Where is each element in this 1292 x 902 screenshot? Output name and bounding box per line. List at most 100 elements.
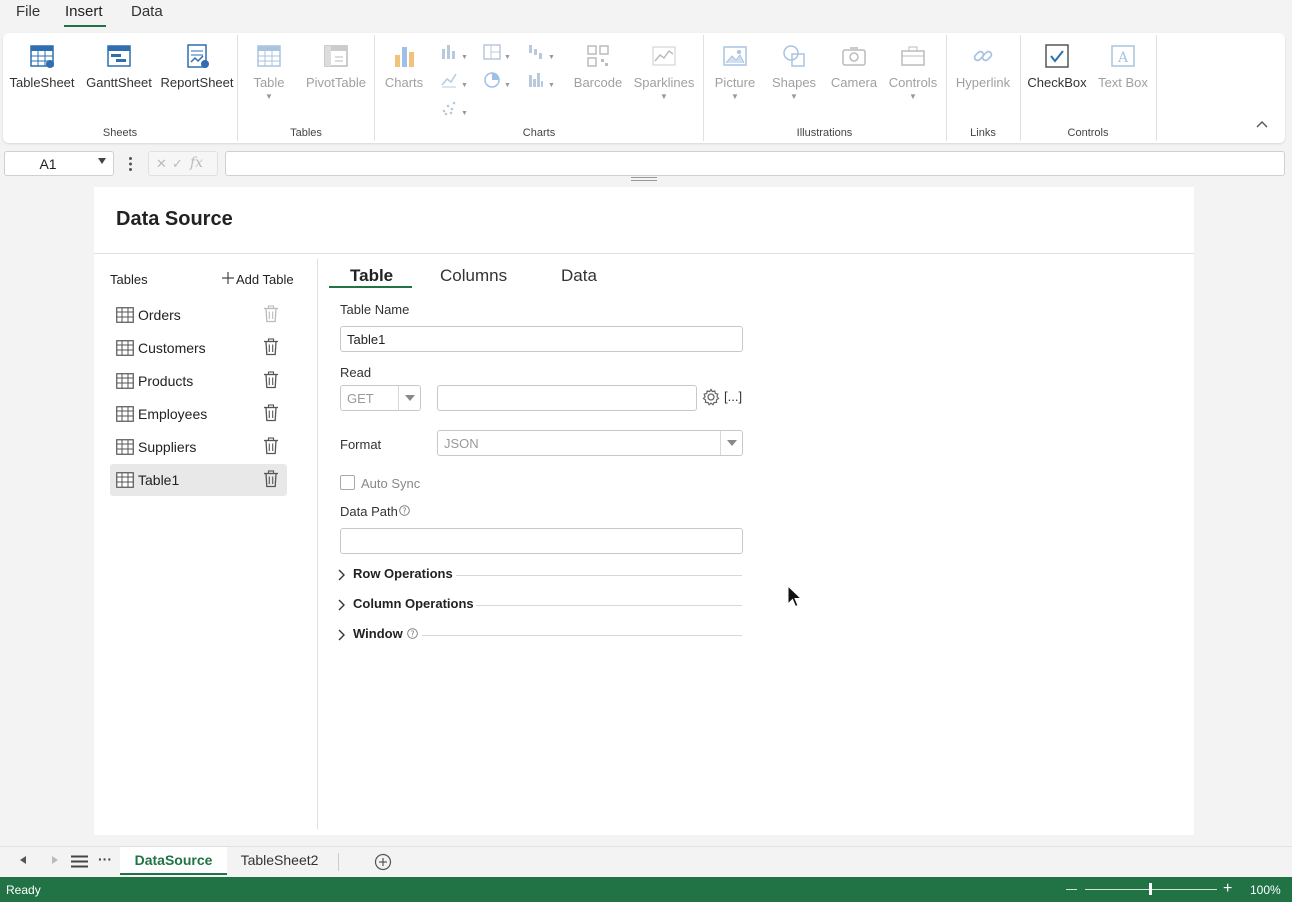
controls-button[interactable]: Controls ▼ (885, 43, 941, 101)
delete-icon[interactable] (263, 338, 279, 359)
zoom-in-icon[interactable]: + (1223, 880, 1232, 898)
help-icon[interactable]: ? (399, 505, 410, 516)
menu-tab-insert[interactable]: Insert (65, 3, 103, 20)
text-box-label: Text Box (1098, 75, 1148, 90)
data-source-panel: Data Source Tables Add Table Orders Custo… (94, 187, 1194, 835)
chevron-right-icon (338, 599, 345, 611)
camera-button[interactable]: Camera (827, 43, 881, 90)
collapse-ribbon-icon[interactable] (1256, 120, 1268, 128)
column-chart-dropdown[interactable]: ▼ (440, 43, 468, 64)
zoom-slider-thumb[interactable] (1149, 883, 1152, 895)
sheet-tab-tablesheet2[interactable]: TableSheet2 (227, 847, 332, 875)
resize-handle[interactable] (631, 177, 657, 181)
chevron-down-icon (398, 386, 420, 410)
table-icon (116, 373, 134, 392)
format-select[interactable]: JSON (437, 430, 743, 456)
sparklines-button[interactable]: Sparklines ▼ (631, 43, 697, 101)
active-menu-underline (64, 25, 106, 27)
sheet-tab-datasource[interactable]: DataSource (120, 847, 227, 875)
table-list-item[interactable]: Employees (110, 398, 287, 430)
next-sheet-icon[interactable] (52, 856, 58, 864)
table-name: Orders (138, 307, 181, 323)
gear-icon[interactable] (702, 388, 720, 406)
waterfall-chart-dropdown[interactable]: ▼ (527, 43, 555, 64)
ganttsheet-icon (107, 45, 131, 67)
row-operations-section[interactable]: Row Operations (338, 565, 742, 585)
table-list-item[interactable]: Suppliers (110, 431, 287, 463)
statistic-chart-dropdown[interactable]: ▼ (527, 71, 555, 92)
zoom-out-icon[interactable] (1066, 889, 1077, 890)
tablesheet-button[interactable]: TableSheet (9, 43, 75, 90)
table-list-item[interactable]: Customers (110, 332, 287, 364)
delete-icon[interactable] (263, 305, 279, 326)
previous-sheet-icon[interactable] (20, 856, 26, 864)
window-section[interactable]: Window ? (338, 625, 742, 645)
reportsheet-label: ReportSheet (160, 75, 234, 90)
chevron-down-icon: ▼ (731, 92, 739, 101)
tab-data[interactable]: Data (561, 266, 597, 286)
reportsheet-button[interactable]: ReportSheet (159, 43, 235, 90)
pivottable-button[interactable]: PivotTable (303, 43, 369, 90)
delete-icon[interactable] (263, 437, 279, 458)
table-list-item[interactable]: Products (110, 365, 287, 397)
auto-sync-label: Auto Sync (361, 476, 421, 491)
pie-chart-dropdown[interactable]: ▼ (483, 71, 511, 92)
svg-text:?: ? (411, 629, 415, 638)
ganttsheet-label: GanttSheet (86, 75, 152, 90)
cancel-icon[interactable]: ✕ (156, 156, 167, 172)
delete-icon[interactable] (263, 371, 279, 392)
sheet-list-icon[interactable] (71, 855, 88, 868)
barcode-button[interactable]: Barcode (569, 43, 627, 90)
add-sheet-icon[interactable] (374, 853, 392, 871)
name-box[interactable]: A1 (4, 151, 114, 176)
scatter-chart-dropdown[interactable]: ▼ (440, 99, 468, 120)
group-separator (374, 35, 375, 141)
pivottable-label: PivotTable (306, 75, 366, 90)
menu-tab-data[interactable]: Data (131, 3, 163, 20)
zoom-level[interactable]: 100% (1250, 883, 1281, 897)
charts-button[interactable]: Charts (383, 43, 425, 90)
text-box-button[interactable]: A Text Box (1093, 43, 1153, 90)
checkbox-button[interactable]: CheckBox (1027, 43, 1087, 90)
formula-input[interactable] (225, 151, 1285, 176)
menu-tab-file[interactable]: File (16, 3, 40, 20)
tab-columns[interactable]: Columns (440, 266, 507, 286)
bar-chart-icon (395, 47, 414, 67)
delete-icon[interactable] (263, 404, 279, 425)
group-separator (237, 35, 238, 141)
auto-sync-checkbox[interactable] (340, 475, 355, 490)
picture-icon (723, 46, 747, 66)
tab-table[interactable]: Table (350, 266, 393, 286)
group-label-sheets: Sheets (102, 127, 138, 139)
shapes-button[interactable]: Shapes ▼ (769, 43, 819, 101)
read-method-select[interactable]: GET (340, 385, 421, 411)
read-url-input[interactable] (437, 385, 697, 411)
hyperlink-label: Hyperlink (955, 75, 1011, 90)
hyperlink-button[interactable]: Hyperlink (953, 43, 1013, 90)
ganttsheet-button[interactable]: GanttSheet (85, 43, 153, 90)
insert-function-icon[interactable]: fx (190, 155, 203, 171)
group-label-tables: Tables (290, 127, 322, 139)
column-operations-section[interactable]: Column Operations (338, 595, 742, 615)
line-chart-dropdown[interactable]: ▼ (440, 71, 468, 92)
text-box-icon: A (1111, 45, 1135, 67)
data-path-input[interactable] (340, 528, 743, 554)
format-value: JSON (444, 436, 479, 451)
read-options-button[interactable]: [...] (724, 389, 742, 404)
check-icon[interactable]: ✓ (172, 156, 183, 172)
table-list-item[interactable]: Table1 (110, 464, 287, 496)
hierarchy-chart-dropdown[interactable]: ▼ (483, 43, 511, 64)
table-list-item[interactable]: Orders (110, 299, 287, 331)
mouse-cursor-icon (787, 585, 803, 608)
more-sheets-icon[interactable]: ··· (98, 851, 112, 867)
picture-button[interactable]: Picture ▼ (711, 43, 759, 101)
help-icon[interactable]: ? (407, 628, 418, 639)
table-name-input[interactable]: Table1 (340, 326, 743, 352)
delete-icon[interactable] (263, 470, 279, 491)
pie-chart-icon (484, 72, 500, 88)
status-text: Ready (6, 883, 41, 897)
table-button[interactable]: Table ▼ (249, 43, 289, 101)
chevron-down-icon[interactable] (98, 158, 106, 164)
table-label: Table (253, 75, 285, 90)
more-options-icon[interactable] (128, 156, 133, 172)
